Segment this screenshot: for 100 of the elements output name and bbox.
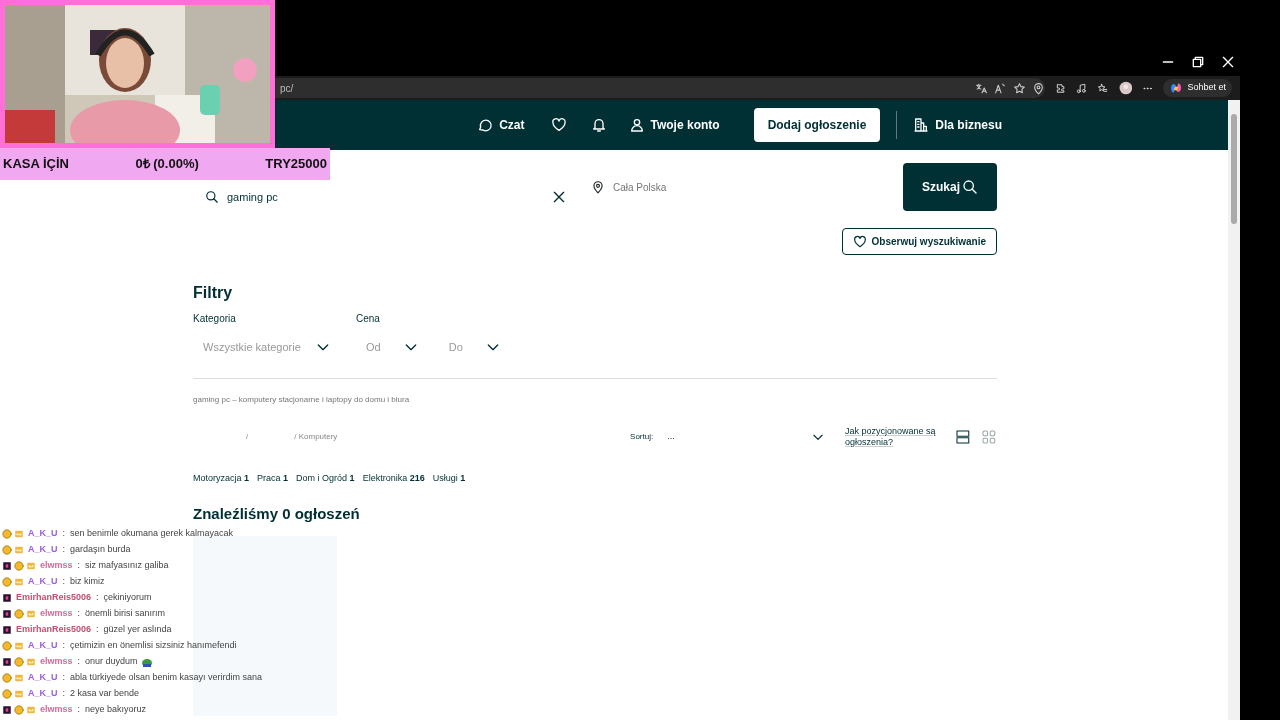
square-badge-icon [2, 624, 12, 635]
chat-separator: : [62, 686, 66, 700]
search-icon [962, 179, 978, 195]
location-icon[interactable] [1032, 81, 1045, 95]
chat-username: elwmss [40, 702, 73, 716]
goal-amount: 0₺ (0.00%) [135, 155, 199, 174]
category-count-link[interactable]: Praca 1 [257, 471, 289, 486]
chat-message: çekiniyorum [103, 590, 152, 604]
square-badge-icon [2, 656, 12, 667]
coin-badge-icon [2, 672, 12, 683]
clear-icon[interactable] [551, 189, 567, 205]
chat-separator: : [96, 590, 99, 604]
media-icon[interactable] [1076, 81, 1088, 95]
square-badge-icon [2, 560, 12, 571]
chat-link[interactable]: Czat [477, 116, 525, 134]
building-icon [913, 117, 930, 133]
chat-username: elwmss [40, 606, 73, 620]
search-field[interactable]: gaming pc [225, 187, 545, 207]
chat-username: A_K_U [28, 638, 58, 652]
translate-icon[interactable] [975, 81, 988, 95]
crown-badge-icon [26, 560, 36, 571]
heart-icon[interactable] [550, 117, 567, 133]
address-bar[interactable]: pc/ [278, 79, 478, 97]
chat-username: A_K_U [28, 542, 58, 556]
chat-username: EmirhanReis5006 [16, 622, 92, 636]
chat-separator: : [62, 526, 66, 540]
chat-message: onur duydum [85, 654, 138, 668]
follow-search-button[interactable]: Obserwuj wyszukiwanie [841, 228, 997, 255]
coin-badge-icon [14, 656, 24, 667]
read-aloud-icon[interactable] [994, 81, 1007, 95]
business-link[interactable]: Dla biznesu [913, 116, 1002, 134]
chat-separator: : [77, 654, 81, 668]
results-heading: Znaleźliśmy 0 ogłoszeń [193, 504, 361, 525]
category-count-link[interactable]: Usługi 1 [432, 471, 466, 486]
coin-badge-icon [14, 560, 24, 571]
chat-separator: : [62, 542, 66, 556]
chat-separator: : [96, 622, 99, 636]
square-badge-icon [2, 608, 12, 619]
scrollbar-thumb[interactable] [1231, 114, 1237, 224]
copilot-button[interactable]: Sohbet et [1163, 79, 1232, 97]
crown-badge-icon [14, 528, 24, 539]
location-pin-icon [591, 180, 605, 194]
crown-badge-icon [14, 688, 24, 699]
chat-message: sen benimle okumana gerek kalmayacak [70, 526, 234, 540]
square-badge-icon [2, 592, 12, 603]
chat-separator: : [62, 574, 66, 588]
crown-badge-icon [14, 640, 24, 651]
chat-separator: : [77, 558, 81, 572]
chat-message: gardaşın burda [70, 542, 131, 556]
category-count-link[interactable]: Elektronika 216 [362, 471, 425, 486]
extension-icon[interactable] [1055, 81, 1067, 95]
profile-avatar-icon[interactable] [1118, 80, 1133, 96]
chat-icon [477, 117, 494, 133]
coin-badge-icon [2, 528, 12, 539]
square-badge-icon [2, 704, 12, 715]
chat-separator: : [77, 606, 81, 620]
crown-badge-icon [26, 608, 36, 619]
location-field[interactable]: Cała Polska [611, 178, 883, 196]
favorites-icon[interactable] [1097, 81, 1109, 95]
ranking-info-link[interactable]: Jak pozycjonowane są ogłoszenia? [845, 426, 944, 448]
category-count-link[interactable]: Dom i Ogród 1 [296, 471, 355, 486]
chat-username: elwmss [40, 558, 73, 572]
star-icon[interactable] [1013, 81, 1026, 95]
add-listing-button[interactable]: Dodaj ogłoszenie [753, 108, 881, 142]
copilot-icon [1169, 81, 1184, 95]
goal-target: TRY25000 [265, 155, 327, 174]
crown-badge-icon [26, 656, 36, 667]
coin-badge-icon [2, 576, 12, 587]
chat-username: EmirhanReis5006 [16, 590, 92, 604]
chat-message: önemli birisi sanırım [85, 606, 166, 620]
filters-heading: Filtry [193, 283, 234, 303]
coin-badge-icon [2, 688, 12, 699]
coin-badge-icon [14, 704, 24, 715]
close-icon[interactable] [1220, 54, 1236, 70]
search-icon [205, 190, 219, 204]
crown-badge-icon [14, 576, 24, 587]
coin-badge-icon [2, 640, 12, 651]
category-description: gaming pc – komputery stacjonarne i laptopy do domu i biura [193, 394, 411, 406]
chat-message: siz mafyasınız galiba [85, 558, 169, 572]
goal-label: KASA İÇİN [3, 155, 69, 174]
account-link[interactable]: Twoje konto [628, 116, 720, 134]
bell-icon[interactable] [590, 117, 607, 133]
chat-message: biz kimiz [70, 574, 105, 588]
category-count-link[interactable]: Motoryzacja 1 [193, 471, 250, 486]
chat-separator: : [62, 670, 66, 684]
sort-dropdown[interactable]: ... [667, 429, 825, 444]
chat-username: A_K_U [28, 526, 58, 540]
sort-label: Sortuj: [630, 430, 654, 443]
crown-badge-icon [26, 704, 36, 715]
restore-icon[interactable] [1190, 54, 1206, 70]
breadcrumb-link[interactable]: / [246, 430, 249, 443]
list-view-icon[interactable] [955, 428, 972, 445]
breadcrumb-link[interactable]: / Komputery [294, 430, 338, 443]
coin-badge-icon [2, 544, 12, 555]
chat-username: A_K_U [28, 670, 58, 684]
search-button[interactable]: Szukaj [903, 163, 997, 211]
chat-message: 2 kasa var bende [70, 686, 140, 700]
coin-badge-icon [14, 608, 24, 619]
chat-username: A_K_U [28, 686, 58, 700]
crown-badge-icon [14, 544, 24, 555]
